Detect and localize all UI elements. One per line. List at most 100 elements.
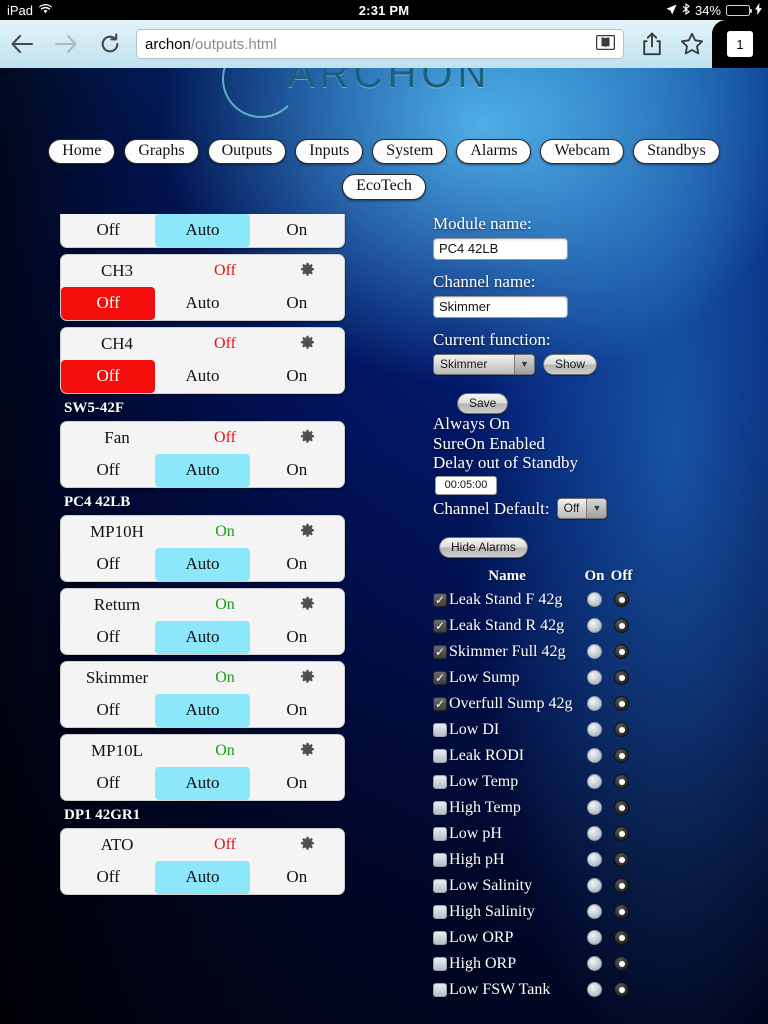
back-arrow-icon[interactable] [0,22,44,66]
channel-mode-off[interactable]: Off [61,548,155,581]
channel-name-input[interactable]: Skimmer [433,295,568,318]
channel-mode-on[interactable]: On [250,287,344,320]
channel-settings-button[interactable] [277,262,338,279]
alarm-off-radio-cell[interactable] [608,956,635,972]
alarm-off-radio[interactable] [614,748,629,764]
current-function-select[interactable]: Skimmer ▼ [433,353,535,375]
alarm-enable-checkbox[interactable]: ✓ [433,644,447,659]
channel-mode-off[interactable]: Off [61,286,156,320]
channel-mode-off[interactable]: Off [61,454,155,487]
alarm-off-radio-cell[interactable] [608,774,635,790]
delay-out-of-standby-input[interactable]: 00:05:00 [435,475,497,495]
alarm-on-radio[interactable] [587,852,602,868]
alarm-on-radio[interactable] [587,748,602,764]
channel-mode-auto[interactable]: Auto [155,620,250,654]
alarm-off-radio[interactable] [614,878,629,894]
alarm-on-radio[interactable] [587,930,602,946]
alarm-on-radio[interactable] [587,722,602,738]
alarm-off-radio[interactable] [614,930,629,946]
alarm-off-radio-cell[interactable] [608,644,635,660]
alarm-on-radio-cell[interactable] [581,852,608,868]
alarm-enable-checkbox[interactable]: ✓ [433,852,447,867]
alarm-on-radio-cell[interactable] [581,618,608,634]
alarm-on-radio[interactable] [587,618,602,634]
alarm-off-radio[interactable] [614,956,629,972]
alarm-enable-checkbox[interactable]: ✓ [433,956,447,971]
reload-icon[interactable] [88,22,132,66]
alarm-off-radio[interactable] [614,722,629,738]
channel-mode-auto[interactable]: Auto [155,547,250,581]
alarm-off-radio-cell[interactable] [608,852,635,868]
alarm-on-radio-cell[interactable] [581,800,608,816]
alarm-on-radio-cell[interactable] [581,904,608,920]
nav-item-home[interactable]: Home [48,139,116,165]
alarm-on-radio[interactable] [587,774,602,790]
channel-settings-button[interactable] [277,742,338,759]
bookmark-star-icon[interactable] [672,22,712,66]
alarm-off-radio[interactable] [614,644,629,660]
alarm-off-radio[interactable] [614,826,629,842]
channel-settings-button[interactable] [277,669,338,686]
alarm-on-radio-cell[interactable] [581,982,608,998]
channel-settings-button[interactable] [277,429,338,446]
alarm-off-radio[interactable] [614,774,629,790]
alarm-off-radio[interactable] [614,696,629,712]
alarm-on-radio[interactable] [587,670,602,686]
channel-mode-auto[interactable]: Auto [155,860,250,894]
alarm-off-radio-cell[interactable] [608,670,635,686]
channel-settings-button[interactable] [277,523,338,540]
alarm-off-radio[interactable] [614,800,629,816]
alarm-off-radio-cell[interactable] [608,904,635,920]
channel-mode-auto[interactable]: Auto [155,287,249,320]
alarm-enable-checkbox[interactable]: ✓ [433,696,447,711]
channel-mode-off[interactable]: Off [61,767,155,800]
channel-mode-on[interactable]: On [250,694,344,727]
alarm-on-radio[interactable] [587,696,602,712]
channel-mode-on[interactable]: On [250,360,344,393]
alarm-enable-checkbox[interactable]: ✓ [433,774,447,789]
alarm-on-radio[interactable] [587,982,602,998]
alarm-off-radio-cell[interactable] [608,826,635,842]
share-icon[interactable] [632,22,672,66]
forward-arrow-icon[interactable] [44,22,88,66]
channel-mode-on[interactable]: On [250,621,344,654]
alarm-enable-checkbox[interactable]: ✓ [433,748,447,763]
nav-item-ecotech[interactable]: EcoTech [342,174,426,200]
channel-mode-auto[interactable]: Auto [155,213,250,247]
channel-mode-on[interactable]: On [250,861,344,894]
alarm-enable-checkbox[interactable]: ✓ [433,826,447,841]
alarm-off-radio[interactable] [614,670,629,686]
alarm-off-radio-cell[interactable] [608,696,635,712]
alarm-enable-checkbox[interactable]: ✓ [433,904,447,919]
alarm-enable-checkbox[interactable]: ✓ [433,670,447,685]
alarm-off-radio[interactable] [614,982,629,998]
hide-alarms-button[interactable]: Hide Alarms [439,536,528,558]
channel-mode-auto[interactable]: Auto [155,693,250,727]
alarm-on-radio[interactable] [587,956,602,972]
nav-item-inputs[interactable]: Inputs [295,139,364,165]
save-button[interactable]: Save [457,392,509,414]
alarm-on-radio-cell[interactable] [581,696,608,712]
channel-mode-on[interactable]: On [250,548,344,581]
nav-item-alarms[interactable]: Alarms [456,139,532,165]
alarm-on-radio[interactable] [587,878,602,894]
alarm-enable-checkbox[interactable]: ✓ [433,982,447,997]
alarm-on-radio[interactable] [587,592,602,608]
channel-mode-off[interactable]: Off [61,214,155,247]
nav-item-graphs[interactable]: Graphs [124,139,199,165]
alarm-on-radio-cell[interactable] [581,592,608,608]
channel-default-select[interactable]: Off ▼ [556,497,608,519]
channel-mode-off[interactable]: Off [61,861,155,894]
channel-mode-on[interactable]: On [250,767,344,800]
alarm-on-radio[interactable] [587,904,602,920]
nav-item-standbys[interactable]: Standbys [633,139,720,165]
alarm-off-radio-cell[interactable] [608,618,635,634]
alarm-off-radio-cell[interactable] [608,878,635,894]
alarm-off-radio-cell[interactable] [608,748,635,764]
channel-mode-off[interactable]: Off [61,621,155,654]
nav-item-system[interactable]: System [372,139,448,165]
alarm-off-radio[interactable] [614,852,629,868]
alarm-off-radio-cell[interactable] [608,982,635,998]
channel-settings-button[interactable] [277,596,338,613]
alarm-on-radio-cell[interactable] [581,644,608,660]
